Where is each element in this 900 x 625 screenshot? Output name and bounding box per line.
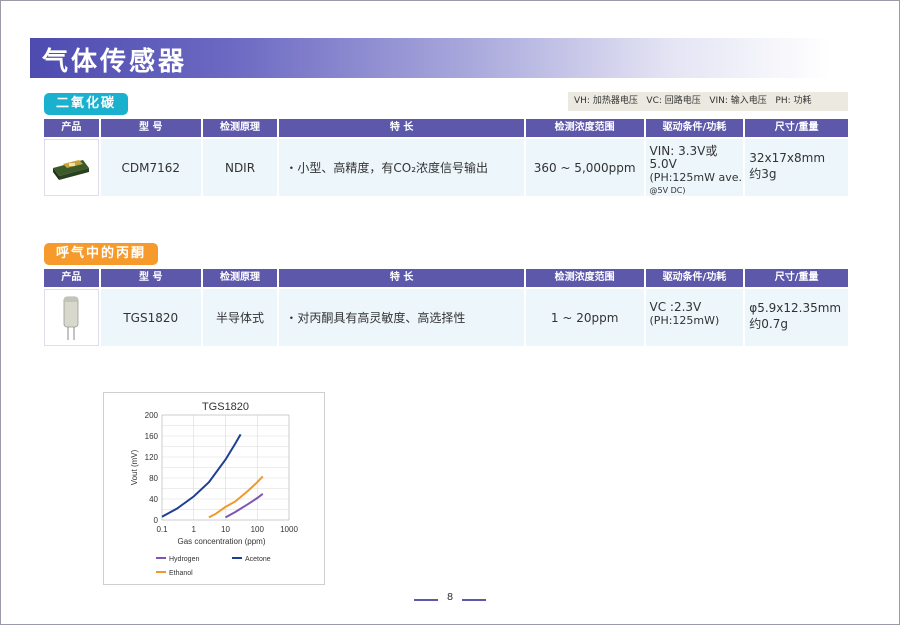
legend-vin: VIN: 输入电压: [709, 96, 767, 106]
y-tick-label: 80: [149, 474, 158, 483]
header-model: 型 号: [100, 119, 201, 137]
x-axis-label: Gas concentration (ppm): [177, 537, 265, 546]
drive-line-2: (PH:125mW ave.: [649, 171, 743, 184]
size-line-2: 约3g: [749, 167, 777, 181]
header-feature: 特 长: [279, 119, 524, 137]
section-label-acetone: 呼气中的丙酮: [44, 243, 159, 265]
legend-vc: VC: 回路电压: [646, 96, 701, 106]
y-tick-label: 120: [145, 453, 159, 462]
x-tick-label: 1000: [280, 525, 298, 534]
page-title: 气体传感器: [42, 47, 188, 77]
principle-cell: 半导体式: [202, 289, 278, 346]
header-drive: 驱动条件/功耗: [645, 269, 744, 287]
range-cell: 1 ~ 20ppm: [525, 289, 644, 346]
header-product: 产品: [44, 269, 99, 287]
page-number: 8: [446, 592, 454, 603]
model-cell: TGS1820: [100, 289, 201, 346]
table-row: CDM7162 NDIR ・小型、高精度，有CO₂浓度信号输出 360 ~ 5,…: [44, 139, 849, 196]
header-size: 尺寸/重量: [745, 269, 848, 287]
legend-box: VH: 加热器电压 VC: 回路电压 VIN: 输入电压 PH: 功耗: [568, 92, 848, 111]
size-cell: 32x17x8mm 约3g: [745, 139, 849, 196]
feature-cell: ・对丙酮具有高灵敏度、高选择性: [279, 289, 524, 346]
table-row: TGS1820 半导体式 ・对丙酮具有高灵敏度、高选择性 1 ~ 20ppm V…: [44, 289, 849, 346]
principle-cell: NDIR: [202, 139, 278, 196]
model-cell: CDM7162: [100, 139, 201, 196]
header-principle: 检测原理: [202, 269, 278, 287]
x-tick-label: 1: [192, 525, 197, 534]
drive-line-3: @5V DC): [649, 186, 686, 195]
drive-line-1: VC :2.3V: [649, 300, 702, 314]
size-line-2: 约0.7g: [749, 317, 788, 331]
y-tick-label: 0: [154, 516, 159, 525]
size-cell: φ5.9x12.35mm 约0.7g: [745, 289, 849, 346]
table-header: 产品 型 号 检测原理 特 长 检测浓度范围 驱动条件/功耗 尺寸/重量: [44, 269, 848, 287]
x-tick-label: 0.1: [156, 525, 168, 534]
drive-line-1: VIN: 3.3V或5.0V: [649, 144, 718, 171]
section-label-co2: 二氧化碳: [44, 93, 129, 115]
legend-label-ethanol: Ethanol: [169, 570, 193, 577]
feature-cell: ・小型、高精度，有CO₂浓度信号输出: [279, 139, 524, 196]
legend-vh: VH: 加热器电压: [574, 96, 638, 106]
chart-title: TGS1820: [202, 401, 249, 413]
chart-svg: 0 40 80 120 160 200 0.1 1 10 100 1000 TGS1820 Gas co…: [130, 401, 298, 577]
legend-label-hydrogen: Hydrogen: [169, 556, 199, 563]
product-table-acetone: 产品 型 号 检测原理 特 长 检测浓度范围 驱动条件/功耗 尺寸/重量 TGS…: [44, 269, 849, 346]
header-range: 检测浓度范围: [525, 269, 644, 287]
title-banner: 气体传感器: [30, 38, 830, 78]
page-footer: 8: [414, 592, 486, 606]
y-axis-label: Vout (mV): [130, 449, 139, 485]
header-product: 产品: [44, 119, 99, 137]
product-image-tgs1820: [44, 289, 99, 346]
header-feature: 特 长: [279, 269, 524, 287]
size-line-1: φ5.9x12.35mm: [749, 301, 842, 315]
legend-label-acetone: Acetone: [245, 556, 271, 563]
sensitivity-chart: 0 40 80 120 160 200 0.1 1 10 100 1000 TGS1820 Gas co…: [103, 392, 325, 585]
x-tick-label: 10: [221, 525, 230, 534]
product-image-cdm7162: [44, 139, 99, 196]
product-table-co2: 产品 型 号 检测原理 特 长 检测浓度范围 驱动条件/功耗 尺寸/重量 CDM…: [44, 119, 849, 196]
y-tick-label: 160: [145, 432, 159, 441]
drive-cell: VIN: 3.3V或5.0V (PH:125mW ave. @5V DC): [645, 139, 744, 196]
header-size: 尺寸/重量: [745, 119, 848, 137]
footer-line-left: [414, 599, 438, 601]
header-principle: 检测原理: [202, 119, 278, 137]
header-model: 型 号: [100, 269, 201, 287]
legend-ph: PH: 功耗: [775, 96, 812, 106]
table-header: 产品 型 号 检测原理 特 长 检测浓度范围 驱动条件/功耗 尺寸/重量: [44, 119, 848, 137]
header-drive: 驱动条件/功耗: [645, 119, 744, 137]
y-tick-label: 200: [145, 411, 159, 420]
footer-line-right: [462, 599, 486, 601]
range-cell: 360 ~ 5,000ppm: [525, 139, 644, 196]
size-line-1: 32x17x8mm: [749, 151, 826, 165]
drive-line-2: (PH:125mW): [649, 314, 720, 327]
x-tick-label: 100: [251, 525, 265, 534]
header-range: 检测浓度范围: [525, 119, 644, 137]
drive-cell: VC :2.3V (PH:125mW): [645, 289, 744, 346]
y-tick-label: 40: [149, 495, 158, 504]
